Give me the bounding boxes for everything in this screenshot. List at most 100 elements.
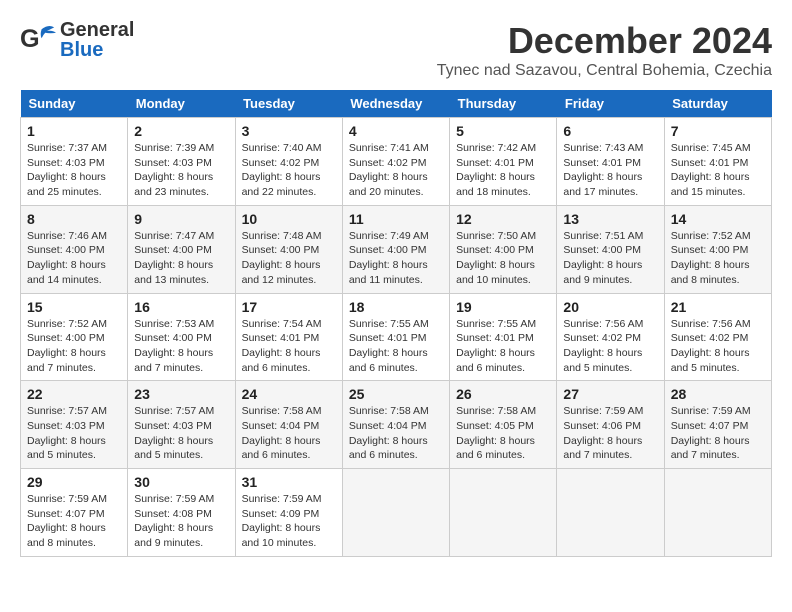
table-row [342, 469, 449, 557]
day-number: 28 [671, 386, 765, 402]
table-row [664, 469, 771, 557]
col-monday: Monday [128, 90, 235, 118]
col-wednesday: Wednesday [342, 90, 449, 118]
day-info: Sunrise: 7:46 AMSunset: 4:00 PMDaylight:… [27, 229, 121, 288]
day-info: Sunrise: 7:58 AMSunset: 4:04 PMDaylight:… [349, 404, 443, 463]
day-info: Sunrise: 7:56 AMSunset: 4:02 PMDaylight:… [563, 317, 657, 376]
day-info: Sunrise: 7:58 AMSunset: 4:05 PMDaylight:… [456, 404, 550, 463]
day-info: Sunrise: 7:54 AMSunset: 4:01 PMDaylight:… [242, 317, 336, 376]
table-row: 20 Sunrise: 7:56 AMSunset: 4:02 PMDayligh… [557, 293, 664, 381]
day-info: Sunrise: 7:59 AMSunset: 4:06 PMDaylight:… [563, 404, 657, 463]
day-number: 1 [27, 123, 121, 139]
logo-text: General Blue [60, 20, 134, 60]
calendar-week-row: 1 Sunrise: 7:37 AMSunset: 4:03 PMDaylight… [21, 118, 772, 206]
day-info: Sunrise: 7:42 AMSunset: 4:01 PMDaylight:… [456, 141, 550, 200]
table-row: 9Sunrise: 7:47 AMSunset: 4:00 PMDaylight… [128, 205, 235, 293]
calendar-header-row: Sunday Monday Tuesday Wednesday Thursday… [21, 90, 772, 118]
day-info: Sunrise: 7:55 AMSunset: 4:01 PMDaylight:… [349, 317, 443, 376]
table-row: 27 Sunrise: 7:59 AMSunset: 4:06 PMDayligh… [557, 381, 664, 469]
table-row: 22 Sunrise: 7:57 AMSunset: 4:03 PMDayligh… [21, 381, 128, 469]
day-info: Sunrise: 7:57 AMSunset: 4:03 PMDaylight:… [27, 404, 121, 463]
day-number: 26 [456, 386, 550, 402]
day-number: 22 [27, 386, 121, 402]
title-block: December 2024 Tynec nad Sazavou, Central… [437, 20, 772, 80]
table-row: 28 Sunrise: 7:59 AMSunset: 4:07 PMDayligh… [664, 381, 771, 469]
table-row: 8 Sunrise: 7:46 AMSunset: 4:00 PMDaylight… [21, 205, 128, 293]
day-number: 12 [456, 211, 550, 227]
calendar-week-row: 29 Sunrise: 7:59 AMSunset: 4:07 PMDayligh… [21, 469, 772, 557]
day-number: 17 [242, 299, 336, 315]
day-info: Sunrise: 7:59 AMSunset: 4:07 PMDaylight:… [671, 404, 765, 463]
table-row: 5Sunrise: 7:42 AMSunset: 4:01 PMDaylight… [450, 118, 557, 206]
day-info: Sunrise: 7:59 AMSunset: 4:07 PMDaylight:… [27, 492, 121, 551]
table-row: 21 Sunrise: 7:56 AMSunset: 4:02 PMDayligh… [664, 293, 771, 381]
logo: G General Blue [20, 20, 134, 60]
table-row: 15 Sunrise: 7:52 AMSunset: 4:00 PMDayligh… [21, 293, 128, 381]
day-info: Sunrise: 7:43 AMSunset: 4:01 PMDaylight:… [563, 141, 657, 200]
day-number: 14 [671, 211, 765, 227]
day-number: 19 [456, 299, 550, 315]
table-row: 14 Sunrise: 7:52 AMSunset: 4:00 PMDayligh… [664, 205, 771, 293]
table-row: 25 Sunrise: 7:58 AMSunset: 4:04 PMDayligh… [342, 381, 449, 469]
table-row: 10Sunrise: 7:48 AMSunset: 4:00 PMDayligh… [235, 205, 342, 293]
day-number: 7 [671, 123, 765, 139]
table-row: 16 Sunrise: 7:53 AMSunset: 4:00 PMDayligh… [128, 293, 235, 381]
table-row [450, 469, 557, 557]
day-number: 6 [563, 123, 657, 139]
day-number: 23 [134, 386, 228, 402]
table-row: 3 Sunrise: 7:40 AMSunset: 4:02 PMDaylight… [235, 118, 342, 206]
table-row: 18Sunrise: 7:55 AMSunset: 4:01 PMDayligh… [342, 293, 449, 381]
page-header: G General Blue December 2024 Tynec nad S… [20, 20, 772, 80]
day-number: 21 [671, 299, 765, 315]
table-row: 13Sunrise: 7:51 AMSunset: 4:00 PMDayligh… [557, 205, 664, 293]
logo-bird-icon: G [20, 22, 56, 58]
table-row: 17 Sunrise: 7:54 AMSunset: 4:01 PMDayligh… [235, 293, 342, 381]
day-info: Sunrise: 7:52 AMSunset: 4:00 PMDaylight:… [27, 317, 121, 376]
day-info: Sunrise: 7:57 AMSunset: 4:03 PMDaylight:… [134, 404, 228, 463]
day-info: Sunrise: 7:59 AMSunset: 4:09 PMDaylight:… [242, 492, 336, 551]
day-number: 25 [349, 386, 443, 402]
location-title: Tynec nad Sazavou, Central Bohemia, Czec… [437, 62, 772, 80]
day-number: 31 [242, 474, 336, 490]
col-friday: Friday [557, 90, 664, 118]
day-number: 8 [27, 211, 121, 227]
calendar-week-row: 15 Sunrise: 7:52 AMSunset: 4:00 PMDayligh… [21, 293, 772, 381]
calendar-week-row: 22 Sunrise: 7:57 AMSunset: 4:03 PMDayligh… [21, 381, 772, 469]
day-info: Sunrise: 7:56 AMSunset: 4:02 PMDaylight:… [671, 317, 765, 376]
day-number: 15 [27, 299, 121, 315]
day-number: 29 [27, 474, 121, 490]
calendar-week-row: 8 Sunrise: 7:46 AMSunset: 4:00 PMDaylight… [21, 205, 772, 293]
day-info: Sunrise: 7:41 AMSunset: 4:02 PMDaylight:… [349, 141, 443, 200]
day-info: Sunrise: 7:50 AMSunset: 4:00 PMDaylight:… [456, 229, 550, 288]
day-number: 24 [242, 386, 336, 402]
table-row: 4Sunrise: 7:41 AMSunset: 4:02 PMDaylight… [342, 118, 449, 206]
table-row: 2 Sunrise: 7:39 AMSunset: 4:03 PMDaylight… [128, 118, 235, 206]
day-info: Sunrise: 7:45 AMSunset: 4:01 PMDaylight:… [671, 141, 765, 200]
day-number: 2 [134, 123, 228, 139]
day-info: Sunrise: 7:55 AMSunset: 4:01 PMDaylight:… [456, 317, 550, 376]
day-number: 3 [242, 123, 336, 139]
day-info: Sunrise: 7:48 AMSunset: 4:00 PMDaylight:… [242, 229, 336, 288]
day-info: Sunrise: 7:59 AMSunset: 4:08 PMDaylight:… [134, 492, 228, 551]
month-title: December 2024 [437, 20, 772, 62]
svg-text:G: G [20, 25, 40, 53]
day-info: Sunrise: 7:49 AMSunset: 4:00 PMDaylight:… [349, 229, 443, 288]
day-number: 27 [563, 386, 657, 402]
col-thursday: Thursday [450, 90, 557, 118]
day-info: Sunrise: 7:47 AMSunset: 4:00 PMDaylight:… [134, 229, 228, 288]
day-number: 20 [563, 299, 657, 315]
day-info: Sunrise: 7:53 AMSunset: 4:00 PMDaylight:… [134, 317, 228, 376]
day-info: Sunrise: 7:39 AMSunset: 4:03 PMDaylight:… [134, 141, 228, 200]
day-info: Sunrise: 7:40 AMSunset: 4:02 PMDaylight:… [242, 141, 336, 200]
day-info: Sunrise: 7:58 AMSunset: 4:04 PMDaylight:… [242, 404, 336, 463]
table-row: 7 Sunrise: 7:45 AMSunset: 4:01 PMDaylight… [664, 118, 771, 206]
day-number: 16 [134, 299, 228, 315]
table-row: 31 Sunrise: 7:59 AMSunset: 4:09 PMDayligh… [235, 469, 342, 557]
day-number: 13 [563, 211, 657, 227]
table-row: 30Sunrise: 7:59 AMSunset: 4:08 PMDayligh… [128, 469, 235, 557]
day-info: Sunrise: 7:37 AMSunset: 4:03 PMDaylight:… [27, 141, 121, 200]
col-sunday: Sunday [21, 90, 128, 118]
col-tuesday: Tuesday [235, 90, 342, 118]
table-row: 19 Sunrise: 7:55 AMSunset: 4:01 PMDayligh… [450, 293, 557, 381]
day-info: Sunrise: 7:52 AMSunset: 4:00 PMDaylight:… [671, 229, 765, 288]
